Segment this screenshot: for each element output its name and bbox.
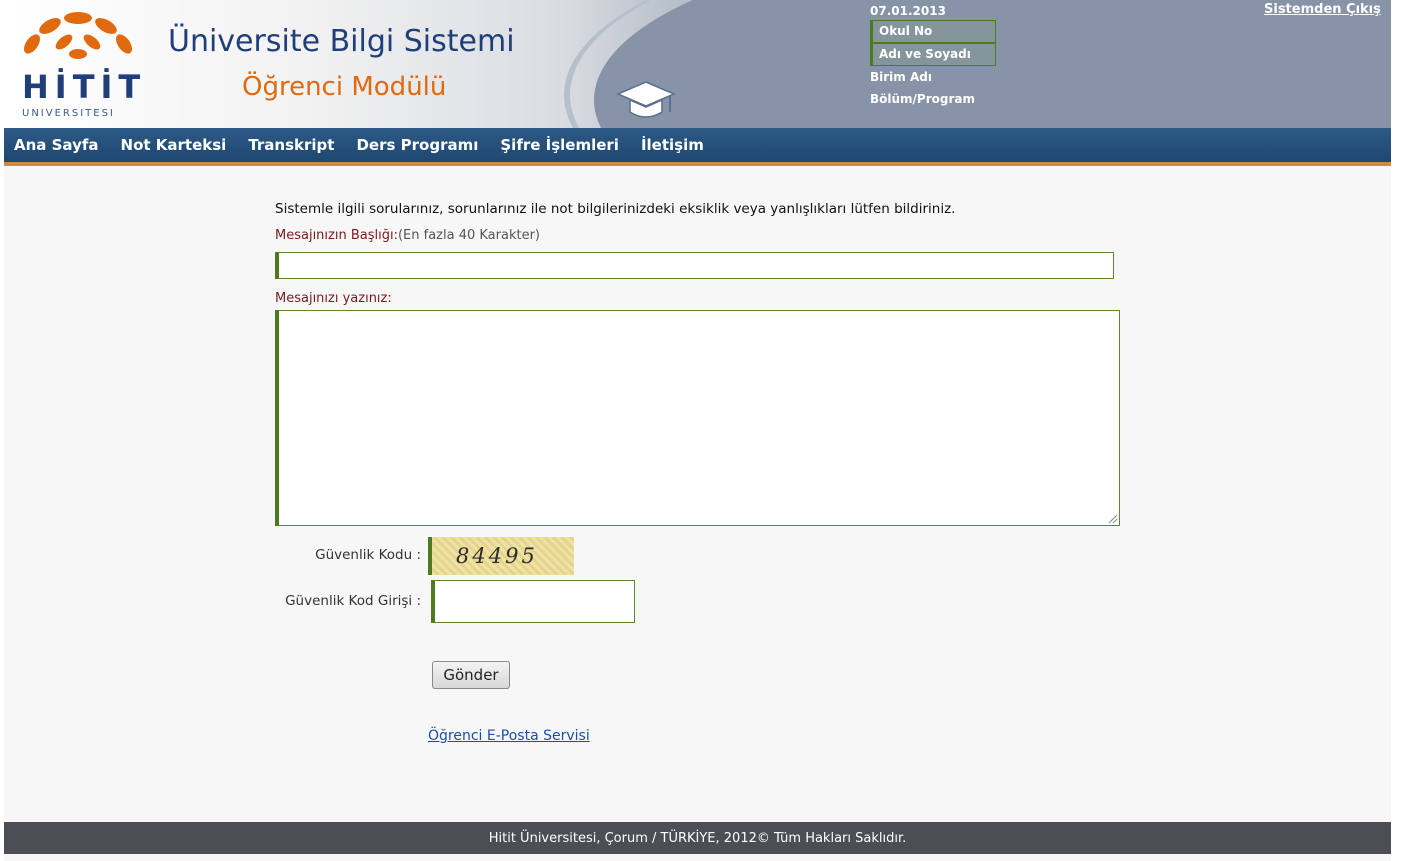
header: HİTİT UNIVERSITESI Üniversite Bilgi Sist… — [4, 0, 1391, 128]
student-info-panel: 07.01.2013 Okul No Adı ve Soyadı Birim A… — [870, 2, 996, 110]
message-title-label-text: Mesajınızın Başlığı: — [275, 228, 398, 243]
current-date: 07.01.2013 — [870, 4, 946, 18]
page-frame: HİTİT UNIVERSITESI Üniversite Bilgi Sist… — [4, 0, 1391, 861]
nav-item-transcript[interactable]: Transkript — [248, 136, 334, 154]
system-title: Üniversite Bilgi Sistemi — [168, 24, 515, 59]
info-unit-name: Birim Adı — [870, 70, 932, 84]
info-student-number: Okul No — [870, 20, 996, 43]
info-student-name: Adı ve Soyadı — [870, 43, 996, 66]
nav-item-home[interactable]: Ana Sayfa — [14, 136, 99, 154]
message-title-input[interactable] — [275, 252, 1114, 279]
main-nav: Ana Sayfa Not Karteksi Transkript Ders P… — [4, 128, 1391, 166]
captcha-image: 84495 — [428, 537, 574, 575]
nav-item-grade-record[interactable]: Not Karteksi — [121, 136, 227, 154]
send-button[interactable]: Gönder — [432, 661, 510, 689]
nav-item-contact[interactable]: İletişim — [641, 136, 704, 154]
info-department: Bölüm/Program — [870, 92, 975, 106]
footer-copyright: Hitit Üniversitesi, Çorum / TÜRKİYE, 201… — [488, 830, 907, 846]
security-code-input[interactable] — [431, 580, 635, 623]
university-logo: HİTİT UNIVERSITESI — [18, 4, 148, 124]
contact-form: Sistemle ilgili sorularınız, sorunlarını… — [4, 170, 1391, 822]
security-code-input-label: Güvenlik Kod Girişi : — [285, 593, 421, 609]
message-body-label: Mesajınızı yazınız: — [275, 291, 392, 306]
logo-subtext: UNIVERSITESI — [22, 108, 115, 119]
message-body-textarea[interactable] — [275, 310, 1120, 526]
security-code-label: Güvenlik Kodu : — [315, 547, 421, 563]
logout-link[interactable]: Sistemden Çıkış — [1264, 2, 1381, 17]
form-intro-text: Sistemle ilgili sorularınız, sorunlarını… — [275, 201, 956, 217]
message-title-hint: (En fazla 40 Karakter) — [397, 228, 540, 243]
footer: Hitit Üniversitesi, Çorum / TÜRKİYE, 201… — [4, 822, 1391, 854]
student-email-service-link[interactable]: Öğrenci E-Posta Servisi — [428, 728, 590, 744]
logo-sun-icon — [24, 12, 132, 59]
graduation-cap-icon — [616, 81, 676, 118]
module-subtitle: Öğrenci Modülü — [242, 72, 447, 102]
nav-item-password[interactable]: Şifre İşlemleri — [500, 136, 619, 154]
message-title-label: Mesajınızın Başlığı:(En fazla 40 Karakte… — [275, 228, 540, 243]
resize-grip-icon[interactable] — [1107, 513, 1118, 524]
nav-item-course-schedule[interactable]: Ders Programı — [356, 136, 478, 154]
logo-text: HİTİT — [22, 68, 147, 106]
